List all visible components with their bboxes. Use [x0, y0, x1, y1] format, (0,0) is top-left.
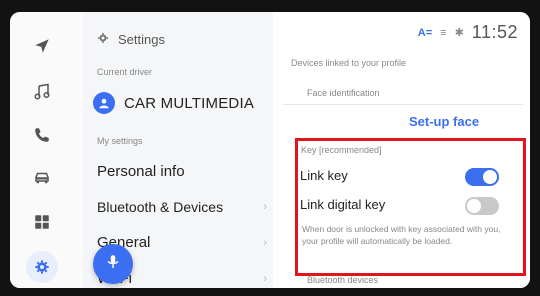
voice-assistant-button[interactable]	[93, 244, 133, 284]
face-identification-label: Face identification	[307, 88, 380, 98]
navigation-icon[interactable]	[30, 34, 54, 58]
car-icon[interactable]	[30, 166, 54, 190]
key-description: When door is unlocked with key associate…	[302, 224, 501, 246]
divider	[283, 104, 523, 105]
my-settings-label: My settings	[97, 136, 143, 146]
microphone-icon	[104, 253, 122, 276]
driver-profile[interactable]: CAR MULTIMEDIA	[93, 92, 254, 114]
setup-face-button[interactable]: Set-up face	[409, 114, 479, 129]
clock: 11:52	[471, 22, 518, 42]
chevron-right-icon: ›	[263, 272, 267, 285]
apps-grid-icon[interactable]	[30, 210, 54, 234]
text-size-icon: A=	[417, 26, 433, 39]
menu-item-personal-info[interactable]: Personal info	[97, 163, 267, 180]
gear-icon[interactable]	[26, 251, 58, 283]
signal-icon: ≡	[440, 26, 447, 39]
menu-item-label: Personal info	[97, 163, 185, 180]
menu-item-label: Bluetooth & Devices	[97, 199, 224, 215]
devices-linked-label: Devices linked to your profile	[291, 58, 407, 68]
music-note-icon[interactable]	[30, 80, 54, 104]
link-key-label: Link key	[300, 168, 348, 183]
link-digital-key-toggle[interactable]	[465, 197, 499, 215]
key-section-label: Key [recommended]	[301, 145, 382, 155]
current-driver-label: Current driver	[97, 67, 153, 77]
settings-title: Settings	[118, 32, 165, 47]
chevron-right-icon: ›	[263, 201, 267, 213]
link-key-toggle[interactable]	[465, 168, 499, 186]
link-digital-key-label: Link digital key	[300, 197, 386, 212]
infotainment-screen: Settings Current driver CAR MULTIMEDIA M…	[10, 12, 530, 288]
status-bar: A= ≡ ✱ 11:52	[273, 22, 518, 43]
bluetooth-icon: ✱	[454, 27, 464, 39]
driver-name: CAR MULTIMEDIA	[124, 94, 255, 112]
settings-header: Settings	[97, 32, 165, 47]
bluetooth-devices-label: Bluetooth devices	[307, 275, 379, 285]
menu-item-bluetooth-devices[interactable]: Bluetooth & Devices ›	[97, 199, 267, 215]
phone-icon[interactable]	[30, 123, 54, 147]
left-rail	[10, 12, 83, 288]
avatar	[93, 92, 115, 114]
chevron-right-icon: ›	[263, 236, 267, 249]
gear-icon	[97, 32, 109, 47]
